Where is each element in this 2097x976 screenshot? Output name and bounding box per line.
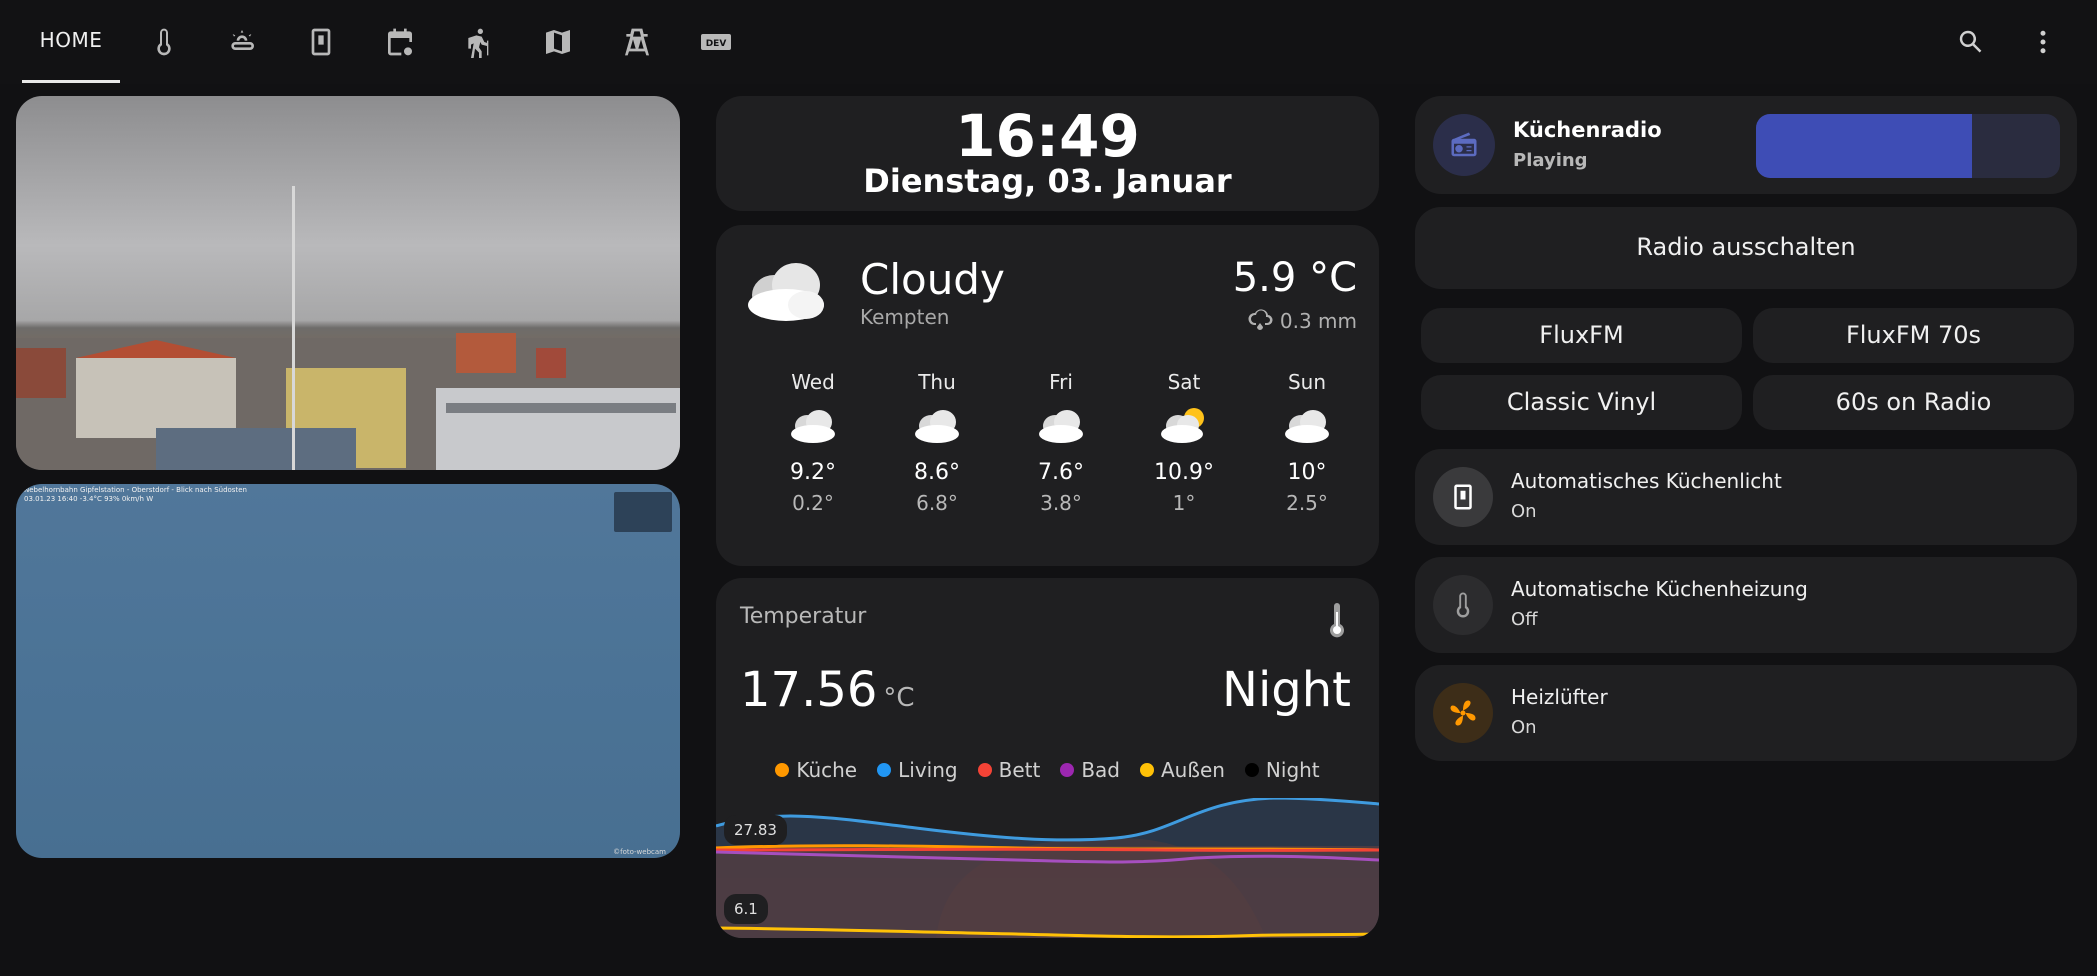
radio-icon: [1451, 132, 1477, 157]
graph-max-label: 27.83: [724, 815, 787, 845]
legend-item-bad[interactable]: Bad: [1060, 758, 1120, 782]
forecast-day-wed: Wed 9.2° 0.2°: [763, 370, 863, 515]
temperature-graph-card[interactable]: Temperatur 17.56 °C Night Küche Living Be…: [716, 578, 1379, 938]
tab-dev[interactable]: DEV: [696, 22, 736, 62]
thermometer-icon: [157, 28, 171, 56]
cloudy-icon: [748, 263, 824, 321]
volume-slider[interactable]: [1756, 114, 2060, 178]
graph-min-label: 6.1: [724, 894, 768, 924]
forecast-day-sat: Sat 10.9° 1°: [1154, 370, 1214, 515]
overflow-menu-button[interactable]: [2023, 22, 2063, 62]
partly-cloudy-icon: [1161, 408, 1204, 443]
volume-fill: [1756, 114, 1972, 178]
legend-item-aussen[interactable]: Außen: [1139, 758, 1225, 782]
forecast-day-fri: Fri 7.6° 3.8°: [1011, 370, 1111, 515]
dev-icon: DEV: [701, 34, 731, 50]
tab-calendar[interactable]: [380, 22, 420, 62]
station-60s-on-radio-button[interactable]: 60s on Radio: [1753, 375, 2074, 430]
legend-item-living[interactable]: Living: [877, 758, 958, 782]
forecast-day-thu: Thu 8.6° 6.8°: [887, 370, 987, 515]
calendar-icon: [388, 28, 412, 56]
active-tab-indicator: [22, 80, 120, 83]
weather-partly-cloudy-icon: [231, 30, 254, 50]
clock-card: 16:49 Dienstag, 03. Januar: [716, 96, 1379, 211]
entity-automatisches-kuechenlicht[interactable]: Automatisches Küchenlicht On: [1415, 449, 2077, 545]
radio-off-button[interactable]: Radio ausschalten: [1415, 207, 2077, 289]
weather-precipitation: 0.3 mm: [1246, 309, 1357, 333]
legend-item-night[interactable]: Night: [1244, 758, 1320, 782]
svg-text:DEV: DEV: [706, 39, 727, 49]
tab-map[interactable]: [538, 22, 578, 62]
search-button[interactable]: [1951, 22, 1991, 62]
precipitation-icon: [1248, 309, 1273, 330]
legend-item-kueche[interactable]: Küche: [775, 758, 857, 782]
tab-energy[interactable]: [617, 22, 657, 62]
clock-date: Dienstag, 03. Januar: [863, 162, 1232, 200]
top-toolbar: HOME DEV: [0, 0, 2097, 84]
media-player-card[interactable]: Küchenradio Playing: [1415, 96, 2077, 194]
light-switch-icon: [1454, 484, 1472, 510]
search-icon: [1959, 30, 1982, 53]
fan-icon: [1450, 700, 1476, 726]
weather-forecast-card[interactable]: Cloudy Kempten 5.9 °C 0.3 mm Wed 9.2° 0.…: [716, 225, 1379, 566]
temperature-state: Night: [1222, 662, 1351, 718]
tab-weather[interactable]: [222, 22, 262, 62]
thermometer-icon: [1330, 603, 1344, 638]
weather-condition: Cloudy: [860, 255, 1005, 304]
antenna-mast: [292, 186, 295, 470]
city-skyline: [16, 333, 680, 470]
temperature-value: 17.56 °C: [740, 662, 915, 718]
hiking-icon: [468, 28, 489, 58]
legend-item-bett[interactable]: Bett: [977, 758, 1040, 782]
webcam-logo: [614, 492, 672, 532]
weather-temperature: 5.9 °C: [1232, 255, 1357, 301]
temperature-history-graph: [716, 798, 1379, 938]
entity-avatar[interactable]: [1433, 683, 1493, 743]
webcam-overlay-text: Nebelhornbahn Gipfelstation - Oberstdorf…: [24, 486, 247, 503]
entity-heizluefter[interactable]: Heizlüfter On: [1415, 665, 2077, 761]
entity-automatische-kuechenheizung[interactable]: Automatische Küchenheizung Off: [1415, 557, 2077, 653]
tab-thermometer[interactable]: [144, 22, 184, 62]
map-icon: [546, 30, 570, 54]
station-fluxfm-button[interactable]: FluxFM: [1421, 308, 1742, 363]
station-fluxfm-70s-button[interactable]: FluxFM 70s: [1753, 308, 2074, 363]
entity-avatar[interactable]: [1433, 467, 1493, 527]
weather-location: Kempten: [860, 305, 950, 329]
radio-state: Playing: [1513, 150, 1588, 171]
cloudy-icon: [791, 410, 835, 443]
tab-home-label: HOME: [39, 28, 103, 52]
bett-line: [716, 847, 1379, 852]
clock-time: 16:49: [955, 102, 1140, 170]
light-switch-icon: [311, 28, 331, 56]
radio-name: Küchenradio: [1513, 118, 1662, 142]
tab-switches[interactable]: [301, 22, 341, 62]
cloudy-icon: [1039, 410, 1083, 443]
entity-avatar[interactable]: [1433, 575, 1493, 635]
cloudy-icon: [915, 410, 959, 443]
transmission-tower-icon: [625, 28, 649, 56]
webcam-nebelhorn-image[interactable]: Nebelhornbahn Gipfelstation - Oberstdorf…: [16, 484, 680, 858]
graph-legend: Küche Living Bett Bad Außen Night: [716, 758, 1379, 782]
cloudy-icon: [1285, 410, 1329, 443]
dots-vertical-icon: [2040, 30, 2046, 54]
webcam-credit: ©foto-webcam: [613, 848, 666, 856]
station-classic-vinyl-button[interactable]: Classic Vinyl: [1421, 375, 1742, 430]
radio-avatar: [1433, 114, 1495, 176]
tab-hiking[interactable]: [459, 22, 499, 62]
webcam-kempten-image[interactable]: [16, 96, 680, 470]
forecast-day-sun: Sun 10° 2.5°: [1257, 370, 1357, 515]
temperature-card-title: Temperatur: [740, 604, 867, 629]
thermometer-icon: [1456, 592, 1470, 618]
tab-home[interactable]: HOME: [22, 0, 120, 84]
